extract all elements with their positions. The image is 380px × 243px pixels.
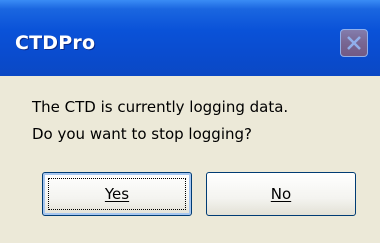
window-title: CTDPro (15, 32, 96, 54)
dialog-window: CTDPro The CTD is currently logging data… (0, 0, 380, 243)
close-icon (347, 36, 361, 50)
title-bar[interactable]: CTDPro (0, 0, 380, 76)
yes-button-label: Yes (104, 185, 130, 203)
message-line-1: The CTD is currently logging data. (32, 98, 289, 116)
no-button[interactable]: No (206, 172, 356, 216)
dialog-message: The CTD is currently logging data. Do yo… (32, 94, 372, 148)
no-button-label: No (270, 185, 292, 203)
close-button[interactable] (340, 29, 368, 57)
dialog-bottom-edge (0, 232, 380, 243)
yes-button[interactable]: Yes (42, 172, 192, 216)
message-line-2: Do you want to stop logging? (32, 125, 252, 143)
